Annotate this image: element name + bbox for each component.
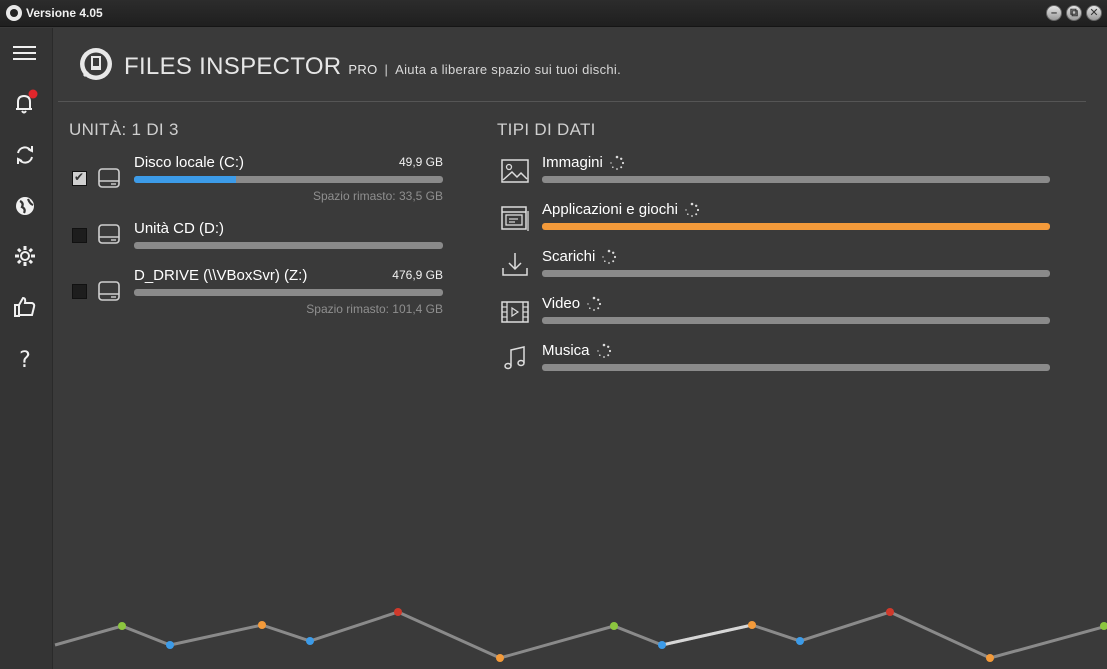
loading-spinner-icon [610, 155, 624, 170]
data-type-applications[interactable]: Applicazioni e giochi [500, 201, 1060, 245]
loading-spinner-icon [685, 202, 700, 217]
loading-spinner-icon [602, 249, 617, 264]
title-separator: | [384, 62, 389, 77]
drive-size: 476,9 GB [392, 268, 443, 282]
drive-free-space: Spazio rimasto: 101,4 GB [306, 302, 443, 316]
notification-badge [28, 89, 38, 99]
svg-text:?: ? [19, 348, 31, 373]
header-divider [58, 101, 1086, 102]
page-title: FILES INSPECTOR PRO | Aiuta a liberare s… [124, 53, 621, 81]
drive-item-c[interactable]: Disco locale (C:) 49,9 GB Spazio rimasto… [70, 154, 450, 206]
data-type-progress-bar [542, 223, 1050, 230]
cd-drive-icon [98, 224, 120, 244]
drive-name: Unità CD (D:) [134, 220, 225, 237]
data-type-progress-bar [542, 270, 1050, 277]
loading-spinner-icon [587, 296, 602, 311]
data-type-downloads[interactable]: Scarichi [500, 248, 1060, 292]
menu-icon[interactable] [10, 38, 40, 68]
loading-spinner-icon [596, 343, 611, 358]
drive-usage-bar [134, 242, 443, 249]
gear-icon[interactable] [10, 241, 40, 271]
files-inspector-logo-icon [80, 48, 112, 80]
drive-checkbox[interactable] [72, 170, 87, 186]
header: FILES INSPECTOR PRO | Aiuta a liberare s… [78, 46, 1078, 86]
drive-usage-bar [134, 289, 443, 296]
image-icon [501, 159, 529, 183]
brand-name: FILES INSPECTOR [124, 53, 342, 80]
data-type-progress-bar [542, 176, 1050, 183]
drive-item-d[interactable]: Unità CD (D:) [70, 220, 450, 272]
bell-icon[interactable] [10, 88, 40, 118]
hard-drive-icon [98, 168, 120, 188]
help-icon[interactable]: ? [10, 344, 40, 374]
video-icon [501, 301, 529, 323]
data-type-music[interactable]: Musica [500, 342, 1060, 386]
data-type-label: Applicazioni e giochi [542, 201, 678, 218]
drive-checkbox[interactable] [72, 228, 87, 243]
applications-icon [501, 206, 529, 231]
drive-free-space: Spazio rimasto: 33,5 GB [312, 189, 443, 203]
window-title: Versione 4.05 [26, 6, 103, 20]
drive-item-z[interactable]: D_DRIVE (\\VBoxSvr) (Z:) 476,9 GB Spazio… [70, 267, 450, 319]
brand-tagline: Aiuta a liberare spazio sui tuoi dischi. [395, 62, 622, 77]
data-types-section-title: TIPI DI DATI [497, 120, 596, 139]
drive-usage-bar [134, 176, 443, 183]
network-drive-icon [98, 281, 120, 301]
globe-icon[interactable] [10, 191, 40, 221]
data-type-progress-fill [542, 223, 1050, 230]
drive-name: D_DRIVE (\\VBoxSvr) (Z:) [134, 267, 308, 284]
data-type-label: Immagini [542, 154, 603, 171]
minimize-button[interactable]: – [1046, 5, 1062, 21]
maximize-button[interactable]: ⧉ [1066, 5, 1082, 21]
drive-usage-fill [134, 176, 236, 183]
app-window: Versione 4.05 – ⧉ ✕ ? FILES INSPECTOR PR… [0, 0, 1107, 669]
app-logo-icon [6, 5, 22, 21]
drive-checkbox[interactable] [72, 284, 87, 299]
refresh-icon[interactable] [10, 140, 40, 170]
data-type-video[interactable]: Video [500, 295, 1060, 339]
drives-section-title: UNITÀ: 1 DI 3 [69, 120, 179, 139]
data-type-label: Musica [542, 342, 590, 359]
download-icon [502, 253, 528, 276]
data-type-progress-bar [542, 317, 1050, 324]
drive-name: Disco locale (C:) [134, 154, 245, 171]
close-button[interactable]: ✕ [1086, 5, 1102, 21]
brand-edition: PRO [348, 62, 378, 77]
activity-wave-decoration [54, 608, 1107, 662]
thumbs-up-icon[interactable] [10, 292, 40, 322]
data-type-label: Scarichi [542, 248, 596, 265]
data-type-images[interactable]: Immagini [500, 154, 1060, 198]
data-type-progress-bar [542, 364, 1050, 371]
drive-size: 49,9 GB [398, 155, 443, 169]
sidebar: ? [0, 28, 53, 669]
data-type-label: Video [542, 295, 581, 312]
music-icon [504, 346, 525, 370]
title-bar: Versione 4.05 – ⧉ ✕ [0, 0, 1107, 27]
